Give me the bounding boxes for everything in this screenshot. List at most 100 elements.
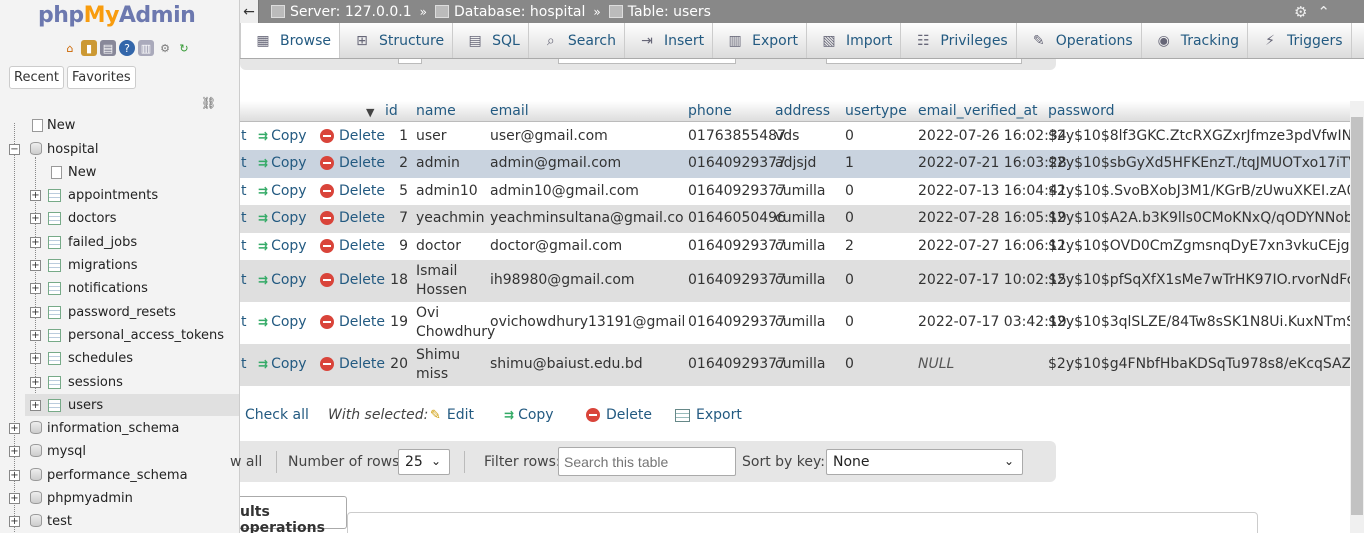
- back-arrow-icon[interactable]: ←: [240, 0, 259, 23]
- table-row[interactable]: t ⇉ Copy Delete 18 Ismail Hossen ih98980@gmail.…: [240, 260, 1350, 302]
- column-header-password[interactable]: password: [1048, 103, 1114, 119]
- tab-operations[interactable]: ✎ Operations: [1017, 23, 1142, 58]
- copy-link[interactable]: ⇉ Copy: [258, 356, 307, 372]
- copy-link[interactable]: ⇉ Copy: [258, 183, 307, 199]
- table-row[interactable]: t ⇉ Copy Delete 9 doctor doctor@gmail.com 01640…: [240, 233, 1350, 260]
- table-row[interactable]: t ⇉ Copy Delete 7 yeachmin yeachminsultana@gma…: [240, 205, 1350, 233]
- edit-link[interactable]: t: [241, 238, 247, 254]
- breadcrumb-database[interactable]: Database: hospital: [434, 4, 585, 20]
- column-header-name[interactable]: name: [416, 103, 456, 119]
- tree-item-table-selected[interactable]: + users: [25, 394, 239, 416]
- bulk-edit-button[interactable]: ✎ Edit: [430, 407, 474, 423]
- tab-insert[interactable]: ⇥ Insert: [625, 23, 714, 58]
- expand-icon[interactable]: +: [30, 190, 41, 201]
- tab-tracking[interactable]: ◉ Tracking: [1142, 23, 1248, 58]
- column-header-email-verified-at[interactable]: email_verified_at: [918, 103, 1038, 119]
- phpmyadmin-logo[interactable]: phpMyAdmin: [38, 3, 196, 28]
- tree-item-database[interactable]: + information_schema: [0, 417, 239, 439]
- tree-item-table[interactable]: + schedules: [0, 347, 239, 369]
- tab-privileges[interactable]: ☷ Privileges: [901, 23, 1017, 58]
- number-of-rows-select[interactable]: 25 ⌄: [398, 449, 450, 475]
- bulk-copy-button[interactable]: ⇉ Copy: [504, 407, 554, 423]
- tab-structure[interactable]: ⊞ Structure: [340, 23, 454, 58]
- column-header-phone[interactable]: phone: [688, 103, 732, 119]
- delete-link[interactable]: Delete: [320, 128, 385, 144]
- tree-item-table[interactable]: + password_resets: [0, 301, 239, 323]
- expand-icon[interactable]: +: [30, 353, 41, 364]
- table-row[interactable]: t ⇉ Copy Delete 20 Shimu miss shimu@baiust.edu.…: [240, 344, 1350, 386]
- tree-item-table[interactable]: + appointments: [0, 184, 239, 206]
- table-row[interactable]: t ⇉ Copy Delete 2 admin admin@gmail.com 0164092…: [240, 150, 1350, 178]
- bulk-delete-button[interactable]: Delete: [586, 407, 652, 423]
- expand-icon[interactable]: +: [9, 470, 20, 481]
- delete-link[interactable]: Delete: [320, 210, 385, 226]
- sort-arrow-icon[interactable]: ▼: [366, 106, 374, 119]
- sort-by-key-select[interactable]: None ⌄: [826, 449, 1023, 475]
- docs-icon[interactable]: ▤: [100, 40, 116, 56]
- expand-icon[interactable]: +: [9, 493, 20, 504]
- expand-icon[interactable]: +: [30, 377, 41, 388]
- collapse-up-icon[interactable]: ⌃: [1317, 3, 1330, 21]
- tab-triggers[interactable]: ⚡ Triggers: [1248, 23, 1352, 58]
- tab-import[interactable]: ▧ Import: [807, 23, 902, 58]
- tree-item-database[interactable]: + performance_schema: [0, 464, 239, 486]
- expand-icon[interactable]: +: [9, 516, 20, 527]
- tab-sql[interactable]: ▤ SQL: [453, 23, 529, 58]
- sql-docs-icon[interactable]: ▥: [138, 40, 154, 56]
- tree-item-new-root[interactable]: New: [0, 114, 239, 136]
- delete-link[interactable]: Delete: [320, 183, 385, 199]
- tree-item-table[interactable]: + personal_access_tokens: [0, 324, 239, 346]
- column-header-address[interactable]: address: [775, 103, 830, 119]
- bulk-export-button[interactable]: Export: [675, 407, 742, 423]
- edit-link[interactable]: t: [241, 155, 247, 171]
- collapse-icon[interactable]: −: [9, 144, 20, 155]
- recent-tab[interactable]: Recent: [9, 66, 64, 89]
- copy-link[interactable]: ⇉ Copy: [258, 314, 307, 330]
- expand-icon[interactable]: +: [30, 400, 41, 411]
- reload-icon[interactable]: ↻: [176, 40, 192, 56]
- expand-icon[interactable]: +: [30, 213, 41, 224]
- column-header-usertype[interactable]: usertype: [845, 103, 907, 119]
- expand-icon[interactable]: +: [30, 260, 41, 271]
- expand-icon[interactable]: +: [9, 446, 20, 457]
- delete-link[interactable]: Delete: [320, 155, 385, 171]
- tree-item-database[interactable]: + test: [0, 510, 239, 532]
- filter-rows-input[interactable]: [558, 447, 736, 476]
- table-row[interactable]: t ⇉ Copy Delete 1 user user@gmail.com 017638554…: [240, 123, 1350, 150]
- home-icon[interactable]: ⌂: [62, 40, 78, 56]
- breadcrumb-server[interactable]: Server: 127.0.0.1: [271, 4, 412, 20]
- edit-link[interactable]: t: [241, 210, 247, 226]
- tab-export[interactable]: ▥ Export: [713, 23, 807, 58]
- column-header-id[interactable]: id: [385, 103, 398, 119]
- check-all-link[interactable]: Check all: [245, 407, 309, 423]
- copy-link[interactable]: ⇉ Copy: [258, 272, 307, 288]
- edit-link[interactable]: t: [241, 356, 247, 372]
- tree-item-new-table[interactable]: New: [0, 161, 239, 183]
- column-header-email[interactable]: email: [490, 103, 529, 119]
- expand-icon[interactable]: +: [30, 237, 41, 248]
- delete-link[interactable]: Delete: [320, 314, 385, 330]
- edit-link[interactable]: t: [241, 128, 247, 144]
- copy-link[interactable]: ⇉ Copy: [258, 210, 307, 226]
- help-icon[interactable]: ?: [119, 40, 135, 56]
- settings-icon[interactable]: ⚙: [1294, 3, 1307, 21]
- tree-item-table[interactable]: + migrations: [0, 254, 239, 276]
- table-row[interactable]: t ⇉ Copy Delete 5 admin10 admin10@gmail.com 016…: [240, 178, 1350, 205]
- copy-link[interactable]: ⇉ Copy: [258, 155, 307, 171]
- breadcrumb-table[interactable]: Table: users: [608, 4, 711, 20]
- tree-item-database[interactable]: + mysql: [0, 440, 239, 462]
- delete-link[interactable]: Delete: [320, 356, 385, 372]
- settings-icon[interactable]: ⚙: [157, 40, 173, 56]
- tree-item-table[interactable]: + sessions: [0, 371, 239, 393]
- tree-item-table[interactable]: + doctors: [0, 207, 239, 229]
- table-row[interactable]: t ⇉ Copy Delete 19 Ovi Chowdhury ovichowdhury13…: [240, 302, 1350, 344]
- favorites-tab[interactable]: Favorites: [66, 66, 136, 89]
- tree-item-table[interactable]: + notifications: [0, 277, 239, 299]
- link-with-main-panel-icon[interactable]: ⛓: [201, 96, 216, 110]
- tab-browse[interactable]: ▦ Browse: [240, 23, 340, 58]
- expand-icon[interactable]: +: [30, 283, 41, 294]
- copy-link[interactable]: ⇉ Copy: [258, 128, 307, 144]
- expand-icon[interactable]: +: [9, 423, 20, 434]
- tree-item-hospital[interactable]: − hospital: [0, 138, 239, 160]
- delete-link[interactable]: Delete: [320, 272, 385, 288]
